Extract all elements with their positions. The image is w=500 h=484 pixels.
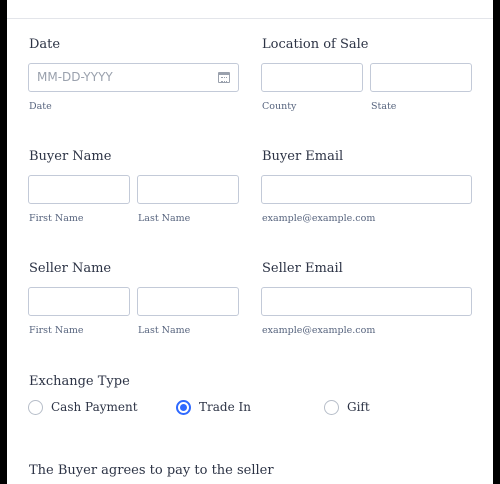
county-sublabel: County <box>262 101 297 112</box>
state-input[interactable] <box>370 63 472 92</box>
seller-last-sublabel: Last Name <box>138 325 191 336</box>
date-sublabel: Date <box>29 101 52 112</box>
seller-name-label: Seller Name <box>29 261 112 276</box>
seller-last-name-input[interactable] <box>137 287 239 316</box>
buyer-email-label: Buyer Email <box>262 149 344 164</box>
radio-cash-payment[interactable] <box>28 400 43 415</box>
buyer-name-label: Buyer Name <box>29 149 112 164</box>
agreement-heading: The Buyer agrees to pay to the seller <box>29 463 274 478</box>
buyer-first-sublabel: First Name <box>29 213 84 224</box>
buyer-last-sublabel: Last Name <box>138 213 191 224</box>
radio-trade-in[interactable] <box>176 400 191 415</box>
buyer-first-name-input[interactable] <box>28 175 130 204</box>
county-input[interactable] <box>261 63 363 92</box>
radio-label-gift[interactable]: Gift <box>347 400 370 415</box>
exchange-type-label: Exchange Type <box>29 374 130 389</box>
radio-label-cash-payment[interactable]: Cash Payment <box>51 400 138 415</box>
seller-email-sublabel: example@example.com <box>262 325 376 336</box>
buyer-email-input[interactable] <box>261 175 472 204</box>
top-band <box>7 0 493 19</box>
date-input[interactable]: MM-DD-YYYY <box>28 63 239 92</box>
buyer-email-sublabel: example@example.com <box>262 213 376 224</box>
radio-gift[interactable] <box>324 400 339 415</box>
buyer-last-name-input[interactable] <box>137 175 239 204</box>
date-placeholder: MM-DD-YYYY <box>37 70 113 84</box>
radio-label-trade-in[interactable]: Trade In <box>199 400 251 415</box>
state-sublabel: State <box>371 101 397 112</box>
date-label: Date <box>29 37 61 52</box>
seller-email-input[interactable] <box>261 287 472 316</box>
seller-first-name-input[interactable] <box>28 287 130 316</box>
calendar-icon[interactable] <box>218 72 230 83</box>
form-page: Date MM-DD-YYYY Date Location of Sale Co… <box>7 0 493 484</box>
seller-first-sublabel: First Name <box>29 325 84 336</box>
seller-email-label: Seller Email <box>262 261 343 276</box>
location-label: Location of Sale <box>262 37 369 52</box>
